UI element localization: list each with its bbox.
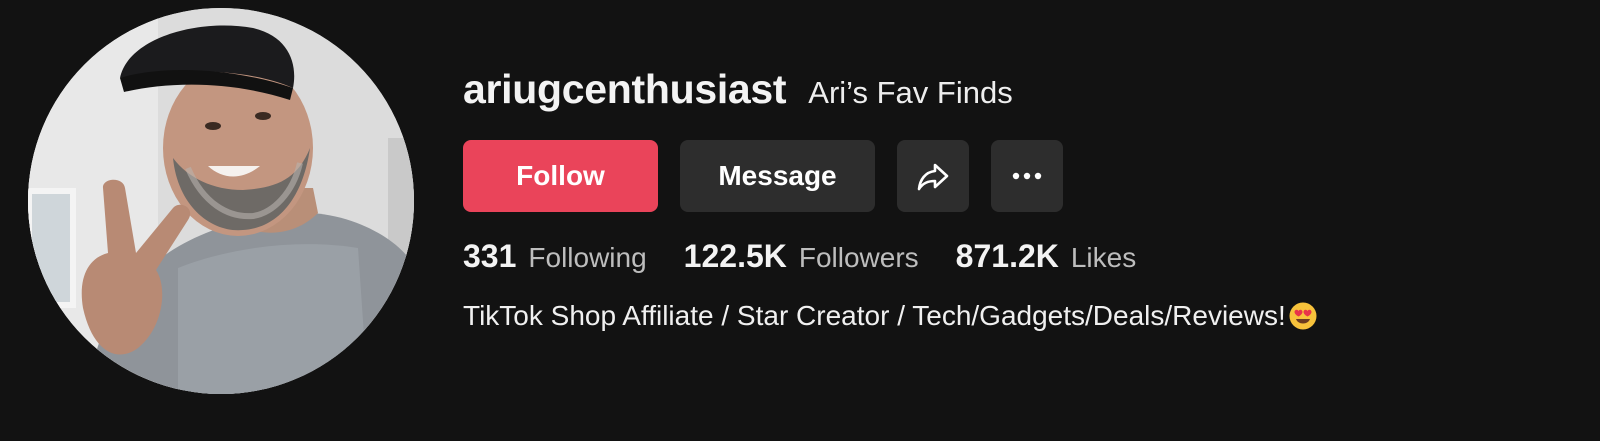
bio-text: TikTok Shop Affiliate / Star Creator / T… — [463, 300, 1286, 331]
action-buttons: Follow Message — [463, 140, 1083, 212]
avatar[interactable] — [28, 8, 414, 394]
profile-title-row: ariugcenthusiast Ari’s Fav Finds — [463, 66, 1013, 113]
bio: TikTok Shop Affiliate / Star Creator / T… — [463, 300, 1318, 332]
username: ariugcenthusiast — [463, 66, 787, 112]
followers-label: Followers — [798, 242, 919, 273]
avatar-photo — [28, 8, 414, 394]
stat-followers[interactable]: 122.5K Followers — [684, 238, 919, 275]
follow-button[interactable]: Follow — [463, 140, 658, 212]
nickname: Ari’s Fav Finds — [808, 75, 1013, 110]
followers-count: 122.5K — [683, 238, 787, 274]
profile-stats: 331 Following 122.5K Followers 871.2K Li… — [463, 238, 1173, 275]
more-dots-icon — [1012, 172, 1042, 180]
likes-label: Likes — [1070, 242, 1137, 273]
stat-likes: 871.2K Likes — [956, 238, 1137, 275]
share-button[interactable] — [897, 140, 969, 212]
share-arrow-icon — [917, 163, 949, 191]
message-button[interactable]: Message — [680, 140, 875, 212]
more-options-button[interactable] — [991, 140, 1063, 212]
heart-eyes-emoji-icon — [1289, 302, 1317, 330]
following-count: 331 — [463, 238, 517, 274]
following-label: Following — [528, 242, 647, 273]
stat-following[interactable]: 331 Following — [463, 238, 647, 275]
likes-count: 871.2K — [955, 238, 1059, 274]
